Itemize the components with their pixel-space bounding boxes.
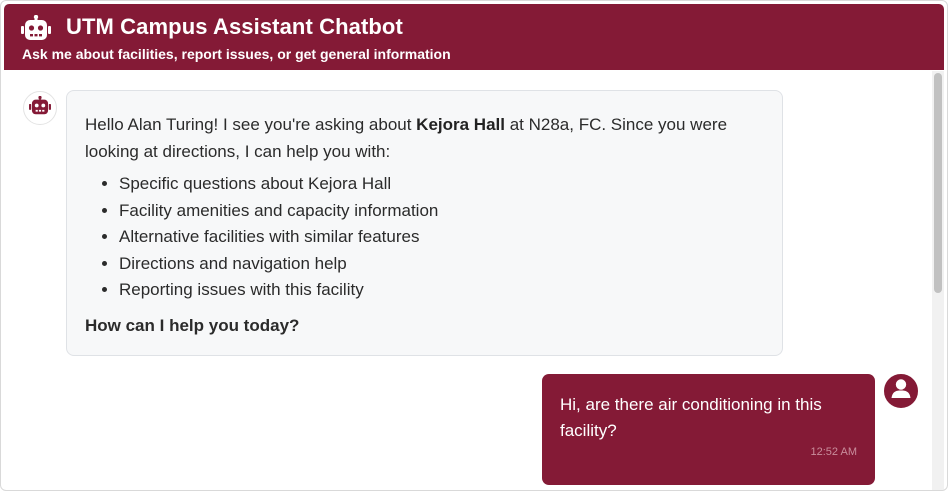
list-item: Facility amenities and capacity informat…	[119, 198, 764, 225]
message-timestamp: 12:52 AM	[810, 446, 857, 458]
user-avatar	[884, 374, 918, 408]
list-item: Alternative facilities with similar feat…	[119, 224, 764, 251]
user-message: Hi, are there air conditioning in this f…	[542, 374, 875, 485]
robot-icon	[29, 95, 51, 120]
user-message-text: Hi, are there air conditioning in this f…	[560, 395, 822, 440]
list-item: Specific questions about Kejora Hall	[119, 171, 764, 198]
bot-avatar	[23, 91, 57, 125]
bot-intro: Hello Alan Turing! I see you're asking a…	[85, 111, 764, 165]
help-options-list: Specific questions about Kejora Hall Fac…	[119, 171, 764, 304]
list-item: Directions and navigation help	[119, 251, 764, 278]
scrollbar-thumb[interactable]	[934, 73, 942, 293]
bot-question: How can I help you today?	[85, 315, 300, 335]
bot-message: Hello Alan Turing! I see you're asking a…	[66, 90, 783, 356]
chat-header: UTM Campus Assistant Chatbot Ask me abou…	[4, 4, 944, 70]
chat-scrollbar[interactable]	[932, 71, 944, 490]
bot-intro-prefix: Hello Alan Turing! I see you're asking a…	[85, 115, 417, 134]
chat-title: UTM Campus Assistant Chatbot	[66, 14, 403, 39]
list-item: Reporting issues with this facility	[119, 277, 764, 304]
facility-name: Kejora Hall	[416, 115, 505, 134]
robot-icon	[21, 14, 51, 41]
chat-subtitle: Ask me about facilities, report issues, …	[22, 46, 451, 62]
chat-window: UTM Campus Assistant Chatbot Ask me abou…	[0, 0, 948, 491]
user-icon	[884, 372, 918, 411]
